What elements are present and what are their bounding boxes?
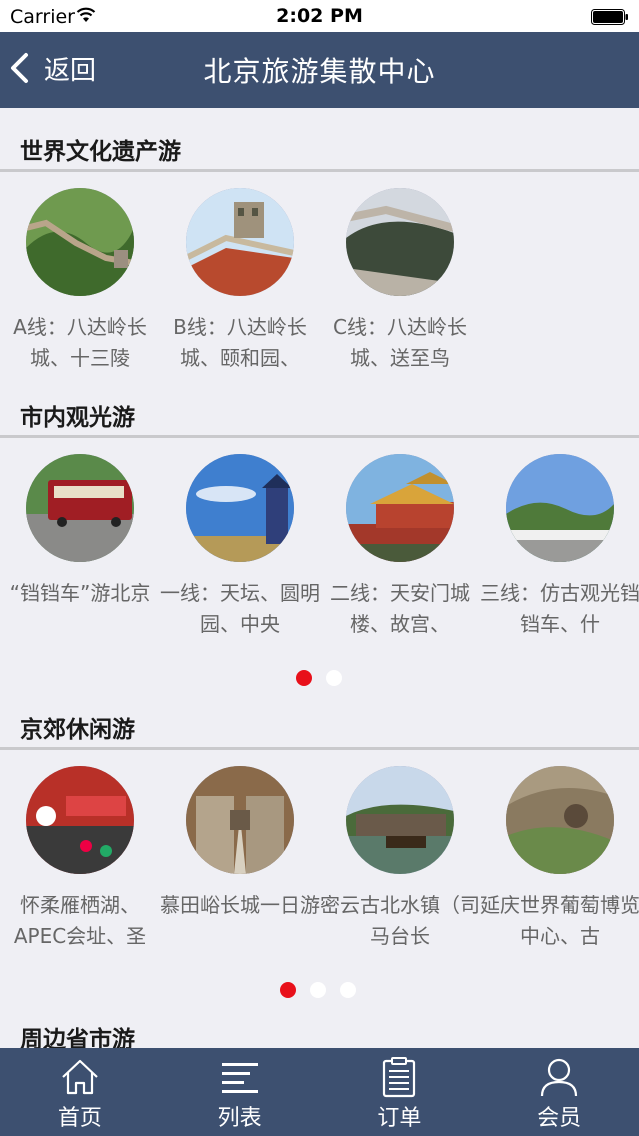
tab-orders[interactable]: 订单 xyxy=(320,1048,480,1136)
navigation-bar: 返回 北京旅游集散中心 xyxy=(0,32,639,108)
tour-item-label: 慕田峪长城一日游 xyxy=(160,893,320,917)
tour-item-label: “铛铛车”游北京 xyxy=(9,581,151,605)
tour-item-label: 怀柔雁栖湖、APEC会址、圣 xyxy=(13,893,147,948)
tab-label: 订单 xyxy=(377,1106,422,1131)
section-title: 京郊休闲游 xyxy=(20,717,135,743)
home-icon xyxy=(62,1059,98,1095)
tour-thumbnail xyxy=(26,454,134,562)
tab-bar: 首页 列表 订单 会员 xyxy=(0,1048,639,1136)
tab-list[interactable]: 列表 xyxy=(160,1048,320,1136)
page-dot[interactable] xyxy=(310,982,326,998)
tour-thumbnail xyxy=(26,766,134,874)
section-divider xyxy=(0,169,639,172)
tour-thumbnail xyxy=(186,454,294,562)
tab-home[interactable]: 首页 xyxy=(0,1048,160,1136)
tour-item-label: 二线：天安门城楼、故宫、 xyxy=(330,581,470,636)
tour-item-label: 三线：仿古观光铛铛车、什 xyxy=(480,581,639,636)
tour-thumbnail xyxy=(186,766,294,874)
section-divider xyxy=(0,747,639,750)
clipboard-icon xyxy=(383,1057,416,1098)
list-icon xyxy=(221,1063,258,1093)
page-indicator[interactable] xyxy=(280,982,356,998)
section-title: 世界文化遗产游 xyxy=(20,139,181,165)
page-title: 北京旅游集散中心 xyxy=(203,55,436,88)
status-bar: Carrier 2:02 PM xyxy=(0,0,639,32)
tour-item-label: 密云古北水镇（司马台长 xyxy=(320,893,480,948)
tab-label: 会员 xyxy=(537,1106,582,1131)
page-indicator[interactable] xyxy=(296,670,342,686)
person-icon xyxy=(541,1058,578,1097)
content-scroll-area[interactable]: 世界文化遗产游 A线：八达岭长城、十三陵 B线：八达岭长城、颐和园、 C线：八达… xyxy=(0,108,639,1048)
tab-label: 列表 xyxy=(217,1106,262,1131)
tour-thumbnail xyxy=(346,188,454,296)
page-dot-active[interactable] xyxy=(280,982,296,998)
section-divider xyxy=(0,435,639,438)
tour-item-label: C线：八达岭长城、送至鸟 xyxy=(333,315,467,370)
clock: 2:02 PM xyxy=(276,5,363,27)
tour-thumbnail xyxy=(346,766,454,874)
section-title: 周边省市游 xyxy=(20,1027,135,1048)
tour-item-label: 延庆世界葡萄博览中心、古 xyxy=(480,893,639,948)
tour-thumbnail xyxy=(506,766,614,874)
tour-thumbnail xyxy=(506,454,614,562)
tour-item-label: B线：八达岭长城、颐和园、 xyxy=(173,315,307,370)
tour-thumbnail xyxy=(186,188,294,296)
tour-item-label: 一线：天坛、圆明园、中央 xyxy=(160,581,320,636)
tab-label: 首页 xyxy=(57,1106,102,1131)
tour-thumbnail xyxy=(346,454,454,562)
tab-member[interactable]: 会员 xyxy=(479,1048,639,1136)
battery-icon xyxy=(591,9,628,25)
tour-thumbnail xyxy=(26,188,134,296)
tour-item-label: A线：八达岭长城、十三陵 xyxy=(13,315,147,370)
page-dot[interactable] xyxy=(326,670,342,686)
page-dot[interactable] xyxy=(340,982,356,998)
section-title: 市内观光游 xyxy=(20,405,135,431)
page-dot-active[interactable] xyxy=(296,670,312,686)
